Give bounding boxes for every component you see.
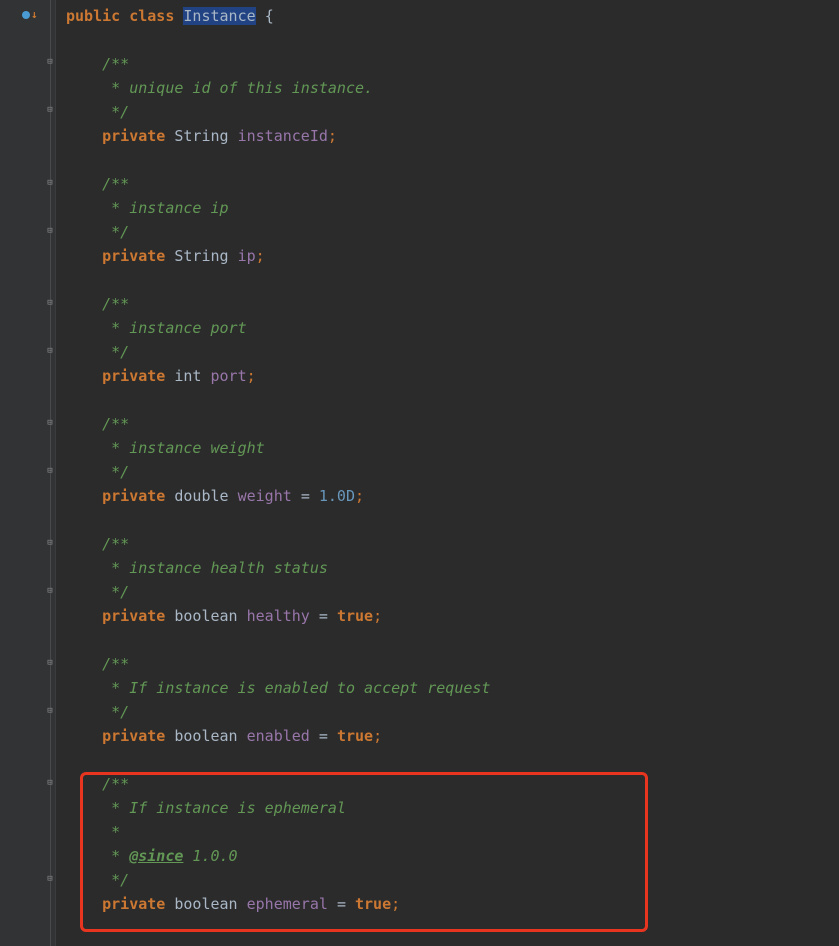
code-line[interactable]: */: [66, 100, 839, 124]
code-line[interactable]: * If instance is ephemeral: [66, 796, 839, 820]
fold-marker[interactable]: ⊟: [45, 298, 55, 308]
code-line[interactable]: /**: [66, 292, 839, 316]
code-line[interactable]: * @since 1.0.0: [66, 844, 839, 868]
editor-gutter: ↓ ⊟ ⊟ ⊟ ⊟ ⊟ ⊟ ⊟ ⊟ ⊟ ⊟ ⊟ ⊟ ⊟ ⊟: [0, 0, 56, 946]
code-line[interactable]: /**: [66, 652, 839, 676]
override-icon[interactable]: ↓: [22, 3, 38, 27]
code-line[interactable]: private String instanceId;: [66, 124, 839, 148]
fold-marker[interactable]: ⊟: [45, 418, 55, 428]
code-line[interactable]: private boolean ephemeral = true;: [66, 892, 839, 916]
code-line[interactable]: private double weight = 1.0D;: [66, 484, 839, 508]
code-line[interactable]: [66, 628, 839, 652]
code-line[interactable]: private int port;: [66, 364, 839, 388]
fold-marker[interactable]: ⊟: [45, 57, 55, 67]
code-line[interactable]: private boolean enabled = true;: [66, 724, 839, 748]
fold-marker[interactable]: ⊟: [45, 874, 55, 884]
code-line[interactable]: */: [66, 220, 839, 244]
code-line[interactable]: */: [66, 700, 839, 724]
fold-marker[interactable]: ⊟: [45, 658, 55, 668]
fold-marker[interactable]: ⊟: [45, 586, 55, 596]
code-line[interactable]: */: [66, 580, 839, 604]
fold-marker[interactable]: ⊟: [45, 466, 55, 476]
code-line[interactable]: private String ip;: [66, 244, 839, 268]
code-line[interactable]: [66, 508, 839, 532]
code-line[interactable]: *: [66, 820, 839, 844]
code-line[interactable]: /**: [66, 532, 839, 556]
code-line[interactable]: /**: [66, 412, 839, 436]
code-line[interactable]: */: [66, 868, 839, 892]
code-line[interactable]: */: [66, 460, 839, 484]
code-line[interactable]: * instance health status: [66, 556, 839, 580]
code-line[interactable]: /**: [66, 172, 839, 196]
fold-marker[interactable]: ⊟: [45, 178, 55, 188]
fold-marker[interactable]: ⊟: [45, 706, 55, 716]
code-line[interactable]: * instance weight: [66, 436, 839, 460]
fold-marker[interactable]: ⊟: [45, 778, 55, 788]
code-line[interactable]: [66, 28, 839, 52]
code-line[interactable]: * unique id of this instance.: [66, 76, 839, 100]
fold-marker[interactable]: ⊟: [45, 226, 55, 236]
code-content[interactable]: public class Instance { /** * unique id …: [56, 0, 839, 946]
code-line[interactable]: * If instance is enabled to accept reque…: [66, 676, 839, 700]
code-line[interactable]: private boolean healthy = true;: [66, 604, 839, 628]
code-line[interactable]: /**: [66, 772, 839, 796]
code-line[interactable]: [66, 916, 839, 940]
code-line[interactable]: /**: [66, 52, 839, 76]
code-line[interactable]: */: [66, 340, 839, 364]
code-line[interactable]: * instance port: [66, 316, 839, 340]
code-line[interactable]: public class Instance {: [66, 4, 839, 28]
code-line[interactable]: * instance ip: [66, 196, 839, 220]
code-line[interactable]: [66, 268, 839, 292]
code-editor[interactable]: ↓ ⊟ ⊟ ⊟ ⊟ ⊟ ⊟ ⊟ ⊟ ⊟ ⊟ ⊟ ⊟ ⊟ ⊟ public cla…: [0, 0, 839, 946]
fold-marker[interactable]: ⊟: [45, 346, 55, 356]
fold-marker[interactable]: ⊟: [45, 538, 55, 548]
fold-marker[interactable]: ⊟: [45, 105, 55, 115]
code-line[interactable]: [66, 748, 839, 772]
code-line[interactable]: [66, 388, 839, 412]
code-line[interactable]: [66, 148, 839, 172]
